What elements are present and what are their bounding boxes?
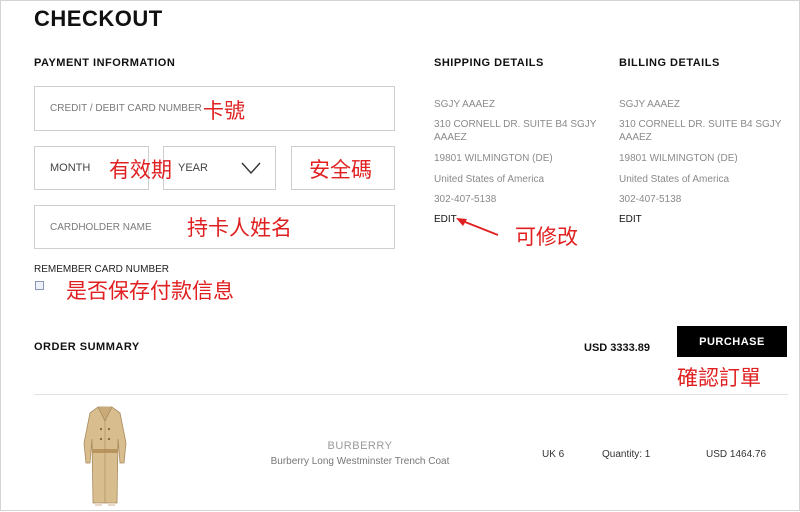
annotation-confirm: 確認訂單 [677, 366, 761, 390]
remember-card-label: REMEMBER CARD NUMBER [34, 264, 170, 275]
product-brand: BURBERRY [327, 440, 393, 452]
shipping-phone: 302-407-5138 [434, 194, 497, 205]
page-title: CHECKOUT [34, 6, 163, 31]
month-label: MONTH [50, 162, 91, 174]
shipping-street-2: AAAEZ [434, 132, 467, 143]
shipping-city: 19801 WILMINGTON (DE) [434, 153, 553, 164]
shipping-country: United States of America [434, 174, 545, 185]
billing-city: 19801 WILMINGTON (DE) [619, 153, 738, 164]
product-name: Burberry Long Westminster Trench Coat [270, 456, 450, 467]
billing-street-1: 310 CORNELL DR. SUITE B4 SGJY [619, 119, 782, 130]
product-quantity: Quantity: 1 [602, 449, 651, 460]
order-divider [34, 394, 788, 395]
product-size: UK 6 [542, 449, 565, 460]
shipping-street-1: 310 CORNELL DR. SUITE B4 SGJY [434, 119, 597, 130]
year-select[interactable]: YEAR [163, 146, 276, 190]
annotation-card-number: 卡號 [203, 99, 245, 123]
annotation-editable: 可修改 [515, 225, 578, 249]
chevron-down-icon [241, 162, 261, 175]
trench-coat-image [83, 406, 127, 506]
shipping-name: SGJY AAAEZ [434, 99, 495, 110]
remember-card-checkbox[interactable] [35, 281, 44, 290]
card-number-placeholder: CREDIT / DEBIT CARD NUMBER [50, 103, 202, 114]
purchase-button[interactable]: PURCHASE [677, 326, 787, 357]
annotation-cardholder: 持卡人姓名 [187, 216, 292, 240]
red-arrow-icon [456, 218, 499, 236]
year-label: YEAR [178, 162, 208, 174]
cardholder-placeholder: CARDHOLDER NAME [50, 222, 152, 233]
shipping-heading: SHIPPING DETAILS [434, 57, 544, 69]
annotation-security-code: 安全碼 [309, 158, 372, 182]
billing-phone: 302-407-5138 [619, 194, 682, 205]
annotation-expiry: 有效期 [109, 158, 172, 182]
billing-name: SGJY AAAEZ [619, 99, 680, 110]
billing-edit-link[interactable]: EDIT [619, 214, 642, 225]
annotation-remember: 是否保存付款信息 [66, 279, 234, 303]
product-image [80, 403, 130, 507]
billing-street-2: AAAEZ [619, 132, 652, 143]
billing-country: United States of America [619, 174, 730, 185]
product-price: USD 1464.76 [706, 449, 767, 460]
order-summary-heading: ORDER SUMMARY [34, 341, 140, 353]
payment-heading: PAYMENT INFORMATION [34, 57, 176, 69]
order-total: USD 3333.89 [584, 342, 651, 354]
billing-heading: BILLING DETAILS [619, 57, 720, 69]
